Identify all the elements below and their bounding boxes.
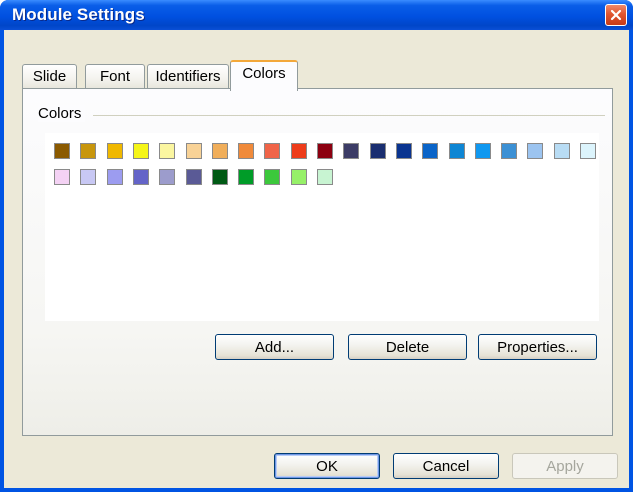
color-swatch[interactable]: [317, 143, 333, 159]
color-swatch[interactable]: [185, 169, 202, 185]
module-settings-window: Module Settings Slide Font Identifiers C…: [0, 0, 633, 492]
color-swatch[interactable]: [527, 143, 544, 159]
properties-button[interactable]: Properties...: [478, 334, 597, 360]
color-swatch[interactable]: [264, 143, 281, 159]
properties-button-label: Properties...: [497, 338, 578, 356]
color-swatch[interactable]: [238, 143, 255, 159]
color-swatch[interactable]: [54, 169, 70, 185]
group-divider: [93, 115, 605, 116]
cancel-button[interactable]: Cancel: [393, 453, 499, 479]
color-swatch[interactable]: [395, 143, 412, 159]
tab-label: Colors: [242, 65, 286, 82]
color-swatch[interactable]: [132, 169, 149, 185]
color-swatch[interactable]: [553, 143, 570, 159]
colors-tab-panel: Colors Add... Delete Properties...: [22, 88, 613, 436]
color-swatch[interactable]: [238, 169, 255, 185]
color-swatch[interactable]: [580, 143, 596, 159]
color-swatch[interactable]: [54, 143, 70, 159]
apply-button-label: Apply: [546, 457, 584, 475]
add-color-button[interactable]: Add...: [215, 334, 334, 360]
color-swatch[interactable]: [501, 143, 518, 159]
window-title: Module Settings: [12, 5, 145, 24]
color-swatch[interactable]: [211, 143, 228, 159]
delete-color-button[interactable]: Delete: [348, 334, 467, 360]
color-swatch[interactable]: [343, 143, 360, 159]
color-swatch-list[interactable]: [45, 133, 599, 321]
tab-strip: Slide Font Identifiers Colors: [22, 60, 422, 91]
tab-font[interactable]: Font: [85, 64, 145, 88]
color-swatch[interactable]: [132, 143, 149, 159]
title-bar[interactable]: Module Settings: [0, 0, 633, 30]
color-swatch[interactable]: [474, 143, 491, 159]
color-swatch[interactable]: [211, 169, 228, 185]
color-swatch[interactable]: [369, 143, 386, 159]
color-swatch[interactable]: [264, 169, 281, 185]
add-button-label: Add...: [254, 338, 295, 356]
color-swatch[interactable]: [80, 143, 97, 159]
color-swatch[interactable]: [80, 169, 97, 185]
ok-button[interactable]: OK: [274, 453, 380, 479]
color-swatch[interactable]: [448, 143, 465, 159]
close-icon: [610, 9, 622, 21]
color-swatch[interactable]: [159, 143, 176, 159]
color-swatch[interactable]: [422, 143, 439, 159]
color-swatch[interactable]: [290, 143, 307, 159]
close-button[interactable]: [605, 4, 627, 26]
color-swatch[interactable]: [106, 169, 123, 185]
tab-label: Slide: [32, 68, 67, 85]
color-swatch[interactable]: [317, 169, 333, 185]
color-swatch[interactable]: [159, 169, 176, 185]
tab-label: Identifiers: [155, 68, 221, 85]
color-swatch[interactable]: [185, 143, 202, 159]
cancel-button-label: Cancel: [422, 457, 470, 475]
ok-button-label: OK: [316, 457, 338, 475]
colors-group-label: Colors: [38, 105, 86, 122]
color-swatch[interactable]: [106, 143, 123, 159]
apply-button: Apply: [512, 453, 618, 479]
color-swatch[interactable]: [290, 169, 307, 185]
tab-identifiers[interactable]: Identifiers: [147, 64, 229, 88]
tab-label: Font: [99, 68, 130, 85]
tab-slide[interactable]: Slide: [22, 64, 77, 88]
delete-button-label: Delete: [385, 338, 430, 356]
tab-colors[interactable]: Colors: [230, 60, 298, 91]
